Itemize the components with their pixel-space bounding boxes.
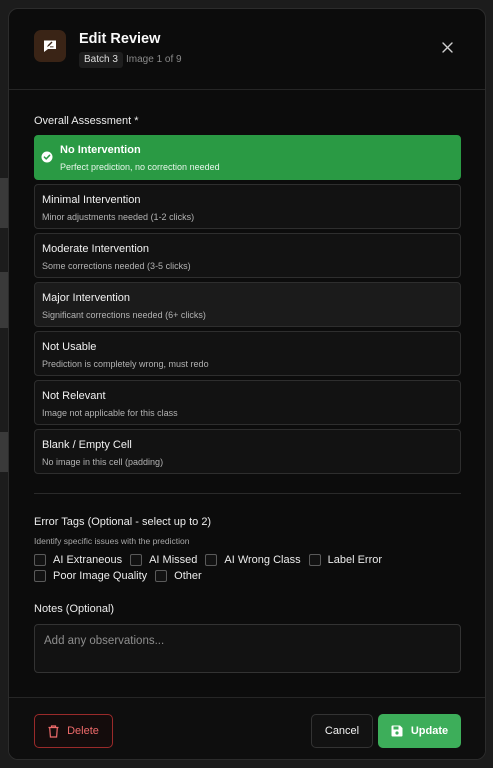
option-description: Prediction is completely wrong, must red… [42, 359, 209, 369]
option-not-usable[interactable]: Not Usable Prediction is completely wron… [34, 331, 461, 376]
checkbox[interactable] [308, 554, 321, 566]
checkbox[interactable] [205, 554, 218, 566]
tag-ai-wrong-class[interactable]: AI Wrong Class [205, 554, 301, 566]
tag-label: Other [174, 570, 202, 582]
tag-label: AI Missed [149, 554, 198, 566]
close-button[interactable] [437, 37, 457, 57]
checkbox[interactable] [130, 554, 143, 566]
tag-label-error[interactable]: Label Error [308, 554, 383, 566]
option-title: Not Relevant [42, 390, 106, 402]
option-moderate-intervention[interactable]: Moderate Intervention Some corrections n… [34, 233, 461, 278]
option-description: Perfect prediction, no correction needed [60, 162, 220, 172]
notes-placeholder: Add any observations... [44, 635, 165, 647]
option-not-relevant[interactable]: Not Relevant Image not applicable for th… [34, 380, 461, 425]
modal-footer: Delete Cancel Update [9, 697, 485, 759]
error-tags-hint: Identify specific issues with the predic… [34, 536, 190, 546]
notes-textarea[interactable]: Add any observations... [34, 624, 461, 673]
tag-poor-image-quality[interactable]: Poor Image Quality [34, 570, 147, 582]
error-tags-label: Error Tags (Optional - select up to 2) [34, 516, 212, 528]
option-no-intervention[interactable]: No Intervention Perfect prediction, no c… [34, 135, 461, 180]
checkbox[interactable] [155, 570, 168, 582]
tag-other[interactable]: Other [155, 570, 202, 582]
save-icon [391, 725, 403, 737]
assessment-options: No Intervention Perfect prediction, no c… [34, 135, 461, 478]
section-divider [34, 493, 461, 494]
option-description: Image not applicable for this class [42, 408, 178, 418]
backdrop-strip [0, 178, 8, 228]
review-icon [34, 30, 66, 62]
option-major-intervention[interactable]: Major Intervention Significant correctio… [34, 282, 461, 327]
checkbox[interactable] [34, 554, 46, 566]
notes-label: Notes (Optional) [34, 603, 115, 615]
error-tags-row: Poor Image Quality Other [34, 570, 202, 582]
tag-label: Poor Image Quality [53, 570, 148, 582]
option-description: Significant corrections needed (6+ click… [42, 310, 206, 320]
delete-button[interactable]: Delete [34, 714, 113, 748]
option-title: Moderate Intervention [42, 243, 150, 255]
checkbox[interactable] [34, 570, 46, 582]
modal-header: Edit Review Batch 3 Image 1 of 9 [9, 9, 485, 90]
delete-label: Delete [67, 725, 99, 737]
option-title: Blank / Empty Cell [42, 439, 132, 451]
cancel-button[interactable]: Cancel [311, 714, 373, 748]
option-description: Minor adjustments needed (1-2 clicks) [42, 212, 195, 222]
tag-ai-extraneous[interactable]: AI Extraneous [34, 554, 122, 566]
tag-label: AI Extraneous [53, 554, 123, 566]
trash-icon [48, 724, 59, 738]
check-circle-icon [41, 151, 53, 163]
modal-title: Edit Review [79, 31, 161, 47]
option-title: Major Intervention [42, 292, 131, 304]
edit-review-modal: Edit Review Batch 3 Image 1 of 9 Overall… [8, 8, 486, 760]
option-description: Some corrections needed (3-5 clicks) [42, 261, 191, 271]
tag-ai-missed[interactable]: AI Missed [130, 554, 197, 566]
update-button[interactable]: Update [378, 714, 461, 748]
error-tags-row: AI Extraneous AI Missed AI Wrong Class L… [34, 554, 382, 566]
option-minimal-intervention[interactable]: Minimal Intervention Minor adjustments n… [34, 184, 461, 229]
cancel-label: Cancel [324, 725, 360, 737]
close-icon [441, 41, 453, 53]
batch-badge: Batch 3 [79, 52, 123, 68]
option-description: No image in this cell (padding) [42, 457, 164, 467]
option-blank-empty-cell[interactable]: Blank / Empty Cell No image in this cell… [34, 429, 461, 474]
option-title: Not Usable [42, 341, 97, 353]
option-title: No Intervention [60, 144, 141, 156]
backdrop-strip [0, 272, 8, 328]
image-counter: Image 1 of 9 [126, 54, 182, 65]
option-title: Minimal Intervention [42, 194, 141, 206]
backdrop-strip [0, 432, 8, 472]
tag-label: AI Wrong Class [224, 554, 301, 566]
tag-label: Label Error [327, 554, 383, 566]
assessment-label: Overall Assessment * [34, 115, 139, 127]
update-label: Update [410, 725, 449, 737]
